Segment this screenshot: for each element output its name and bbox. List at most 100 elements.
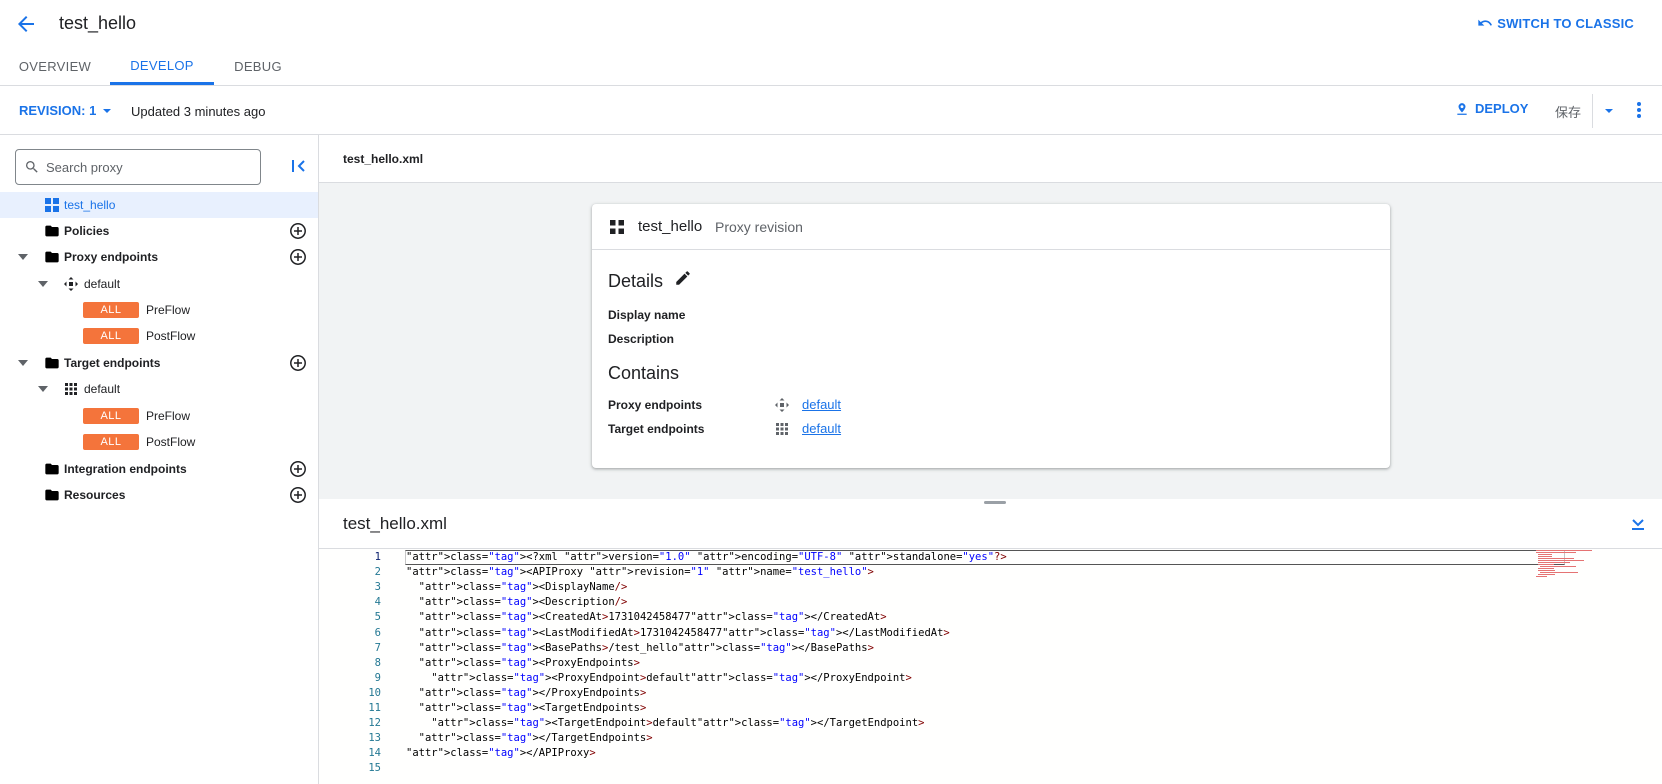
line-number: 6 (374, 626, 381, 639)
more-vert-icon[interactable] (1627, 98, 1651, 122)
tree-item-target-postflow[interactable]: ALL PostFlow (0, 429, 318, 455)
tree-item-proxy-preflow[interactable]: ALL PreFlow (0, 297, 318, 323)
collapse-panel-icon[interactable] (288, 155, 310, 177)
proxy-revision-card: test_hello Proxy revision Details Displa… (592, 204, 1390, 468)
code-line: "attr">class="tag"><CreatedAt>1731042458… (418, 611, 887, 624)
tree-item-label: Target endpoints (64, 356, 161, 370)
target-endpoint-icon (774, 421, 790, 437)
line-number: 3 (374, 581, 381, 594)
line-number: 7 (374, 641, 381, 654)
switch-to-classic-button[interactable]: SWITCH TO CLASSIC (1477, 15, 1634, 31)
undo-icon (1477, 15, 1493, 31)
tree-item-proxy-endpoints[interactable]: Proxy endpoints (0, 244, 318, 270)
search-input[interactable] (46, 159, 246, 175)
deploy-button[interactable]: DEPLOY (1455, 101, 1528, 116)
tree-item-integration-endpoints[interactable]: Integration endpoints (0, 456, 318, 482)
search-icon (24, 159, 40, 175)
method-badge: ALL (83, 302, 139, 318)
tab-develop[interactable]: DEVELOP (110, 48, 214, 85)
deploy-label: DEPLOY (1475, 101, 1529, 116)
page-title: test_hello (59, 13, 137, 33)
line-number: 2 (374, 566, 381, 579)
line-number: 5 (374, 611, 381, 624)
folder-icon (44, 487, 60, 503)
collapse-editor-icon[interactable] (1627, 513, 1649, 535)
proxy-grid-icon (44, 197, 60, 213)
editor-title: test_hello.xml (343, 514, 447, 533)
search-box[interactable] (15, 149, 261, 185)
tree-item-target-preflow[interactable]: ALL PreFlow (0, 403, 318, 429)
back-arrow-icon[interactable] (14, 12, 38, 36)
code-line: "attr">class="tag"></TargetEndpoints> (418, 732, 653, 745)
add-policy-icon[interactable] (289, 222, 307, 240)
code-line: "attr">class="tag"><DisplayName/> (418, 581, 628, 594)
target-endpoint-icon (63, 381, 79, 397)
tree-item-target-endpoints[interactable]: Target endpoints (0, 350, 318, 376)
tree-item-label: PreFlow (146, 409, 191, 423)
contains-heading: Contains (608, 363, 680, 383)
revision-bar: REVISION: 1 Updated 3 minutes ago DEPLOY… (0, 86, 1662, 135)
code-line: "attr">class="tag"><?xml "attr">version=… (406, 551, 1007, 563)
code-editor[interactable]: 1 "attr">class="tag"><?xml "attr">version… (319, 548, 1662, 784)
overview-area: test_hello Proxy revision Details Displa… (319, 182, 1662, 499)
proxy-grid-icon (609, 219, 625, 235)
tree-item-label: PostFlow (146, 435, 196, 449)
line-number: 9 (374, 671, 381, 684)
file-tab[interactable]: test_hello.xml (343, 152, 423, 166)
code-line: "attr">class="tag"><LastModifiedAt>17310… (418, 626, 950, 639)
caret-down-icon[interactable] (36, 277, 50, 291)
caret-down-icon[interactable] (36, 382, 50, 396)
updated-timestamp: Updated 3 minutes ago (131, 104, 266, 119)
line-number: 1 (374, 551, 381, 563)
line-number: 14 (368, 747, 381, 760)
tree-item-label: Resources (64, 488, 126, 502)
code-line: "attr">class="tag"></APIProxy> (406, 747, 596, 760)
line-number: 11 (368, 702, 381, 714)
caret-down-icon[interactable] (16, 250, 30, 264)
tab-overview[interactable]: OVERVIEW (0, 48, 110, 85)
tree-item-target-default[interactable]: default (0, 376, 318, 402)
code-line: "attr">class="tag"><TargetEndpoints> (418, 702, 647, 714)
tree-item-resources[interactable]: Resources (0, 482, 318, 508)
proxy-endpoint-icon (774, 397, 790, 413)
proxy-sidebar: test_hello Policies Proxy endpoints def (0, 135, 319, 784)
proxy-endpoint-icon (63, 276, 79, 292)
target-endpoints-label: Target endpoints (608, 422, 705, 436)
details-heading: Details (608, 271, 664, 291)
tree-item-label: Integration endpoints (64, 462, 187, 476)
method-badge: ALL (83, 434, 139, 450)
divider (1592, 94, 1593, 128)
add-integration-endpoint-icon[interactable] (289, 460, 307, 478)
tree-item-root[interactable]: test_hello (0, 192, 318, 218)
tree-item-proxy-postflow[interactable]: ALL PostFlow (0, 323, 318, 349)
line-number: 8 (374, 656, 381, 669)
add-resource-icon[interactable] (289, 486, 307, 504)
tree-item-label: PreFlow (146, 303, 191, 317)
tree-item-policies[interactable]: Policies (0, 218, 318, 244)
tree-item-label: default (84, 277, 121, 291)
tab-debug[interactable]: DEBUG (214, 48, 302, 85)
proxy-endpoint-default-link[interactable]: default (802, 397, 841, 412)
add-proxy-endpoint-icon[interactable] (289, 248, 307, 266)
card-header: test_hello Proxy revision (592, 204, 1390, 250)
save-button[interactable]: 保存 (1555, 102, 1581, 121)
line-number: 15 (368, 762, 381, 775)
code-line: "attr">class="tag"><ProxyEndpoints> (418, 656, 640, 669)
code-line: "attr">class="tag"><Description/> (418, 596, 628, 609)
code-line: "attr">class="tag"><TargetEndpoint>defau… (431, 717, 925, 730)
revision-dropdown[interactable]: REVISION: 1 (19, 103, 112, 118)
target-endpoint-default-link[interactable]: default (802, 421, 841, 436)
add-target-endpoint-icon[interactable] (289, 354, 307, 372)
save-options-chevron-icon[interactable] (1598, 100, 1620, 122)
description-label: Description (608, 332, 675, 346)
code-line: "attr">class="tag"><BasePaths>/test_hell… (418, 641, 874, 654)
folder-icon (44, 461, 60, 477)
caret-down-icon[interactable] (16, 356, 30, 370)
tree-item-label: PostFlow (146, 329, 196, 343)
code-line: "attr">class="tag"><APIProxy "attr">revi… (406, 566, 874, 579)
edit-pencil-icon[interactable] (674, 269, 692, 287)
resize-handle[interactable] (984, 501, 1006, 504)
tree-item-proxy-default[interactable]: default (0, 271, 318, 297)
minimap[interactable] (1536, 550, 1596, 578)
tree-item-label: test_hello (64, 198, 116, 212)
